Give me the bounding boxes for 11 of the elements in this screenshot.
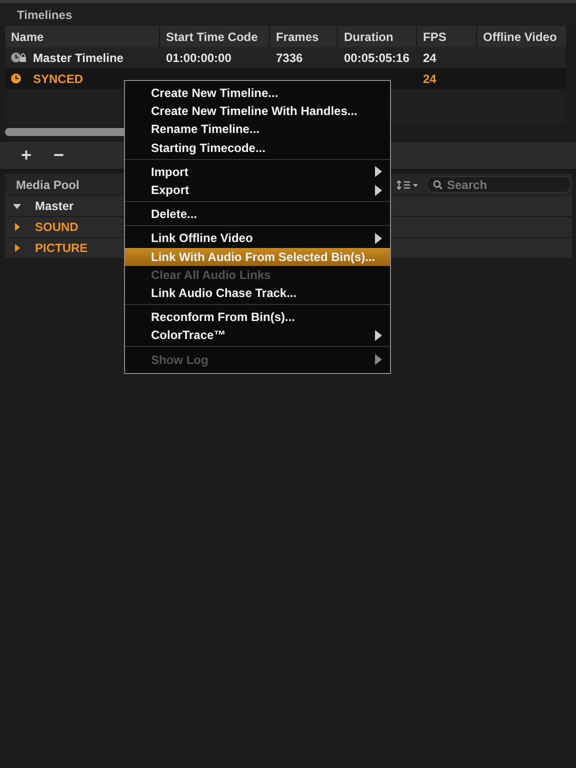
bin-name: Master: [35, 199, 74, 213]
table-cell: 00:05:05:16: [344, 50, 410, 64]
table-cell: 01:00:00:00: [166, 50, 232, 64]
table-cell: SYNCED: [33, 72, 84, 86]
bin-name: PICTURE: [35, 241, 88, 255]
table-cell: Master Timeline: [33, 50, 124, 64]
panel-title: Media Pool: [16, 178, 80, 192]
table-cell: 24: [423, 72, 436, 86]
bin-name: SOUND: [35, 220, 78, 234]
table-cell: 7336: [276, 50, 303, 64]
table-cell: 24: [423, 50, 436, 64]
